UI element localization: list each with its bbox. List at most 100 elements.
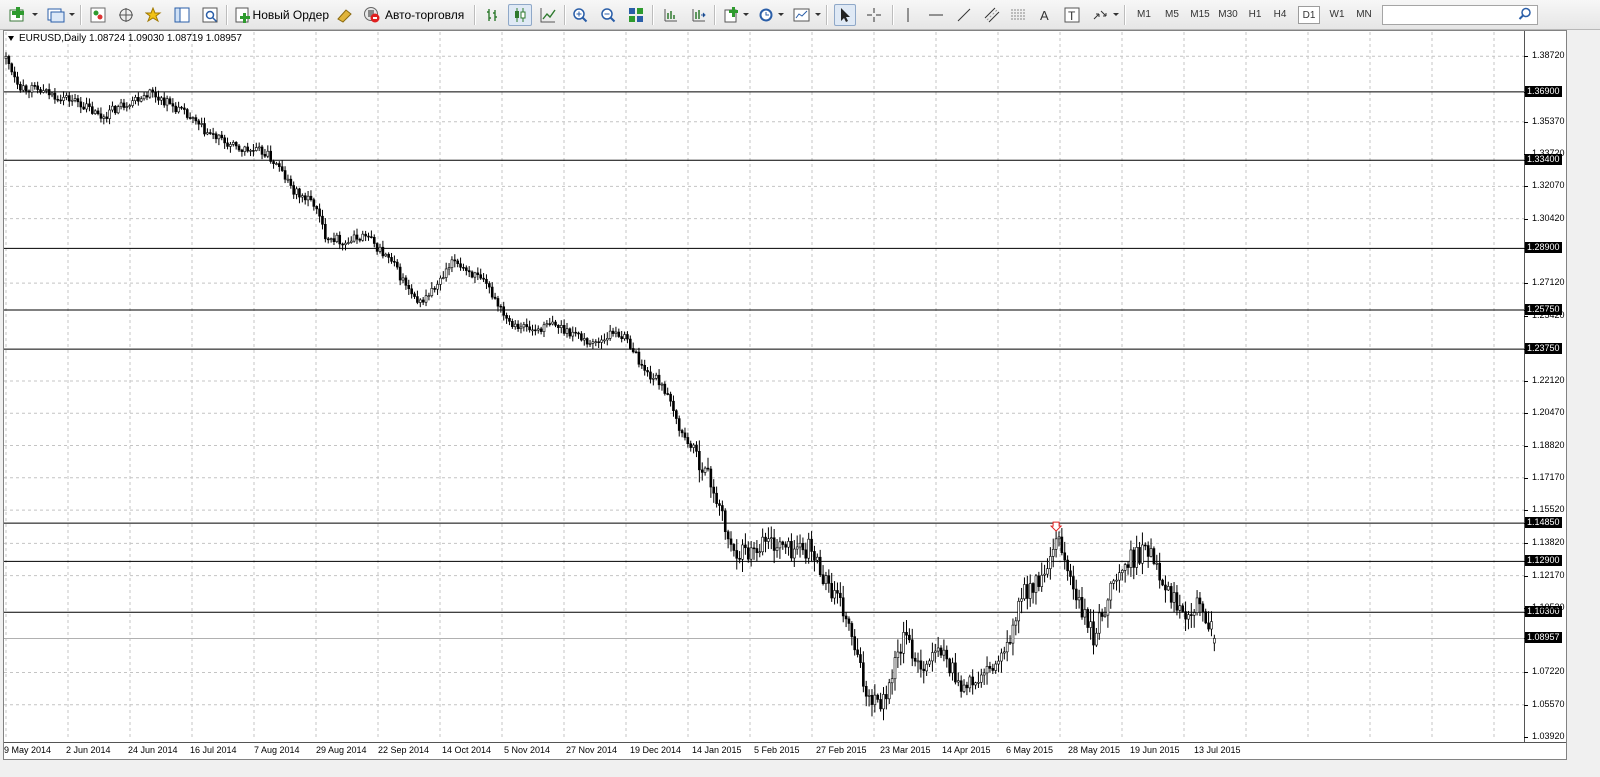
candle-body: [309, 195, 313, 200]
candle-body: [882, 694, 885, 710]
candle-body: [36, 85, 39, 90]
price-tick-mark: [1524, 737, 1528, 738]
level-price-label: 1.14850: [1525, 517, 1562, 529]
date-tick-label: 16 Jul 2014: [190, 745, 237, 755]
candle-body: [850, 623, 854, 637]
candle-body: [853, 636, 857, 651]
candle-body: [119, 102, 123, 107]
candle-body: [1095, 632, 1098, 646]
candle-body: [663, 383, 667, 394]
candle-body: [542, 324, 546, 332]
candle-body: [936, 647, 940, 652]
candle-body: [732, 544, 736, 551]
candle-body: [39, 89, 42, 93]
price-tick-mark: [1524, 349, 1528, 351]
candle-body: [833, 590, 836, 599]
candle-body: [223, 137, 226, 144]
candle-body: [301, 195, 304, 198]
candle-body: [1109, 582, 1113, 601]
candle-body: [42, 90, 45, 93]
candle-body: [577, 332, 580, 335]
candle-body: [275, 163, 278, 165]
price-tick-label: 1.20470: [1532, 407, 1565, 418]
candle-body: [703, 467, 707, 473]
candle-body: [332, 238, 336, 242]
candle-body: [1204, 611, 1208, 624]
candle-body: [1037, 575, 1041, 587]
candle-body: [790, 541, 793, 559]
candle-body: [942, 649, 946, 656]
price-tick-label: 1.12170: [1532, 569, 1565, 580]
candle-body: [349, 240, 353, 243]
candle-body: [326, 238, 330, 241]
candle-body: [1141, 544, 1144, 564]
candle-body: [447, 267, 451, 270]
price-tick-mark: [1524, 561, 1528, 563]
chart-menu-triangle-icon[interactable]: [8, 36, 14, 41]
candle-body: [873, 694, 877, 705]
candle-body: [588, 343, 592, 345]
candle-body: [945, 649, 949, 660]
date-tick-label: 5 Nov 2014: [504, 745, 551, 755]
candle-body: [1120, 570, 1124, 573]
candle-body: [470, 271, 474, 278]
candle-body: [151, 89, 155, 93]
candle-body: [185, 109, 189, 118]
candle-body: [1063, 552, 1067, 561]
candle-body: [698, 451, 701, 471]
candle-body: [387, 253, 390, 258]
candle-body: [559, 325, 563, 328]
price-tick-mark: [1524, 186, 1528, 188]
candle-body: [295, 188, 298, 195]
candle-body: [139, 98, 143, 102]
candle-body: [726, 531, 730, 540]
candle-body: [657, 374, 661, 386]
candle-body: [721, 505, 724, 512]
sell-arrow-icon[interactable]: [1049, 521, 1063, 532]
candle-body: [1040, 574, 1044, 587]
candle-body: [548, 323, 552, 325]
candle-body: [462, 267, 465, 269]
candle-body: [367, 235, 370, 238]
candle-body: [939, 647, 943, 656]
candle-body: [67, 95, 71, 102]
candle-body: [847, 618, 851, 624]
candle-body: [1210, 621, 1213, 630]
candle-body: [769, 537, 773, 540]
candle-body: [669, 393, 672, 402]
candle-body: [1054, 538, 1058, 550]
candle-body: [93, 110, 97, 114]
candle-body: [99, 113, 103, 119]
candle-body: [208, 132, 212, 134]
candle-body: [476, 272, 480, 276]
candle-body: [188, 117, 192, 119]
candle-body: [660, 383, 664, 386]
candle-body: [358, 238, 362, 241]
candle-body: [344, 242, 347, 246]
candle-body: [844, 615, 848, 620]
candle-body: [160, 97, 163, 101]
candle-body: [723, 510, 727, 533]
candle-body: [171, 103, 175, 107]
candle-body: [525, 324, 529, 328]
price-chart[interactable]: [0, 0, 1567, 760]
candle-body: [280, 166, 284, 171]
price-tick-mark: [1524, 309, 1528, 311]
price-tick-mark: [1524, 413, 1528, 415]
candle-body: [162, 97, 166, 106]
price-tick-mark: [1524, 704, 1528, 706]
candle-body: [375, 243, 379, 252]
candle-body: [614, 331, 618, 334]
price-tick-mark: [1524, 160, 1528, 162]
candle-body: [482, 277, 485, 280]
candle-body: [177, 106, 180, 113]
candle-body: [203, 123, 206, 135]
candle-body: [1178, 605, 1182, 611]
candle-body: [1103, 614, 1107, 617]
candle-body: [962, 684, 966, 692]
candle-body: [620, 336, 623, 339]
candle-body: [879, 699, 882, 710]
candle-body: [908, 634, 911, 641]
candle-body: [24, 85, 28, 92]
candle-body: [473, 272, 477, 278]
